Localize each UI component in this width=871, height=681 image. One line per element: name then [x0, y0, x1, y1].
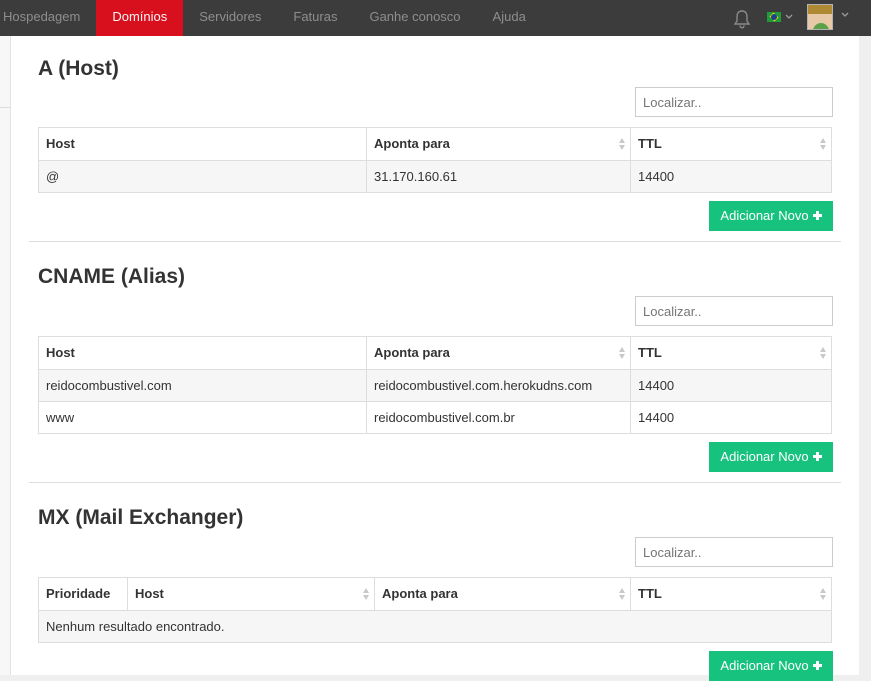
top-navbar: Hospedagem Domínios Servidores Faturas G…: [0, 0, 871, 42]
column-header-host[interactable]: Host: [39, 337, 366, 369]
table-header: Host Aponta para TTL: [39, 128, 831, 160]
cell-host: reidocombustivel.com: [46, 378, 172, 393]
sort-icon[interactable]: [820, 347, 827, 359]
scrollbar[interactable]: [859, 36, 871, 675]
cell-aponta-para: reidocombustivel.com.herokudns.com: [366, 370, 630, 401]
section-divider: [29, 482, 841, 483]
cell-aponta-para: 31.170.160.61: [366, 161, 630, 192]
plus-icon: [812, 452, 822, 461]
column-header-host[interactable]: Host: [39, 128, 366, 160]
search-input-cname[interactable]: [635, 296, 833, 326]
sort-icon[interactable]: [619, 138, 626, 150]
column-header-aponta-para[interactable]: Aponta para: [374, 578, 630, 610]
table-row[interactable]: @ 31.170.160.61 14400: [39, 160, 831, 192]
add-new-a-button[interactable]: Adicionar Novo: [709, 201, 833, 231]
sort-icon[interactable]: [820, 138, 827, 150]
column-header-prioridade[interactable]: Prioridade: [39, 578, 127, 610]
table-row[interactable]: reidocombustivel.com reidocombustivel.co…: [39, 369, 831, 401]
dns-panel: A (Host) Host Aponta para TTL @ 31.170.1…: [11, 36, 859, 681]
section-title-mx: MX (Mail Exchanger): [38, 506, 244, 529]
column-header-host[interactable]: Host: [127, 578, 374, 610]
sort-icon[interactable]: [820, 588, 827, 600]
table-a: Host Aponta para TTL @ 31.170.160.61 144…: [38, 127, 832, 193]
plus-icon: [812, 661, 822, 670]
cell-ttl: 14400: [630, 161, 831, 192]
bell-icon[interactable]: [733, 9, 751, 29]
sort-icon[interactable]: [619, 588, 626, 600]
nav-item-faturas[interactable]: Faturas: [277, 0, 353, 36]
cell-ttl: 14400: [630, 370, 831, 401]
column-header-aponta-para[interactable]: Aponta para: [366, 337, 630, 369]
cell-host: @: [46, 169, 60, 184]
column-header-ttl[interactable]: TTL: [630, 128, 831, 160]
add-new-cname-button[interactable]: Adicionar Novo: [709, 442, 833, 472]
section-title-cname: CNAME (Alias): [38, 265, 186, 288]
empty-message: Nenhum resultado encontrado.: [39, 610, 831, 642]
nav-item-hospedagem[interactable]: Hospedagem: [0, 0, 96, 36]
main-nav: Hospedagem Domínios Servidores Faturas G…: [0, 0, 542, 42]
search-input-a[interactable]: [635, 87, 833, 117]
cell-host: www: [46, 410, 75, 425]
nav-item-ajuda[interactable]: Ajuda: [477, 0, 542, 36]
nav-item-dominios[interactable]: Domínios: [96, 0, 184, 42]
table-header: Host Aponta para TTL: [39, 337, 831, 369]
table-header: Prioridade Host Aponta para TTL: [39, 578, 831, 610]
chevron-down-icon[interactable]: [841, 11, 849, 19]
nav-item-servidores[interactable]: Servidores: [183, 0, 277, 36]
add-new-mx-button[interactable]: Adicionar Novo: [709, 651, 833, 681]
table-mx: Prioridade Host Aponta para TTL Nenhum r…: [38, 577, 832, 643]
table-row[interactable]: www reidocombustivel.com.br 14400: [39, 401, 831, 433]
brazil-flag-icon[interactable]: [767, 12, 781, 22]
sort-icon[interactable]: [363, 588, 370, 600]
sort-icon[interactable]: [619, 347, 626, 359]
sidebar-edge: [0, 36, 11, 675]
column-header-ttl[interactable]: TTL: [630, 337, 831, 369]
chevron-down-icon[interactable]: [785, 13, 793, 21]
plus-icon: [812, 211, 822, 220]
search-input-mx[interactable]: [635, 537, 833, 567]
cell-aponta-para: reidocombustivel.com.br: [366, 402, 630, 433]
section-title-a: A (Host): [38, 57, 119, 80]
column-header-ttl[interactable]: TTL: [630, 578, 831, 610]
table-cname: Host Aponta para TTL reidocombustivel.co…: [38, 336, 832, 434]
avatar[interactable]: [807, 4, 833, 30]
section-divider: [29, 241, 841, 242]
nav-item-ganhe-conosco[interactable]: Ganhe conosco: [353, 0, 476, 36]
cell-ttl: 14400: [630, 402, 831, 433]
column-header-aponta-para[interactable]: Aponta para: [366, 128, 630, 160]
